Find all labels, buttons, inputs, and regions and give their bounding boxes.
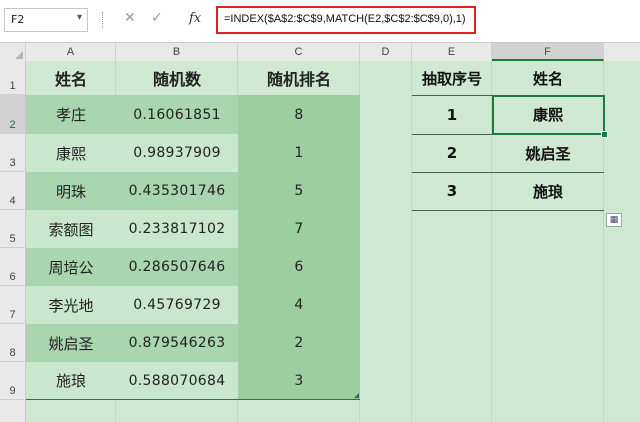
header-cell-random[interactable]: 随机数 [116, 61, 238, 95]
row-headers: 1 2 3 4 5 6 7 8 9 [0, 61, 26, 422]
table-cell-rank[interactable]: 5 [238, 172, 360, 210]
table-cell-name[interactable]: 姚启圣 [26, 324, 116, 362]
table-cell-result[interactable]: 施琅 [492, 172, 604, 210]
insert-function-icon[interactable]: fx [189, 11, 201, 26]
row-header-2[interactable]: 2 [0, 95, 25, 134]
table-cell-random[interactable]: 0.879546263 [116, 324, 238, 362]
table-cell-name[interactable]: 康熙 [26, 134, 116, 172]
table-cell-index[interactable]: 1 [412, 95, 492, 134]
table-cell-random[interactable]: 0.286507646 [116, 248, 238, 286]
row-number: 7 [9, 309, 16, 321]
table-cell-name[interactable]: 周培公 [26, 248, 116, 286]
column-header-g[interactable] [604, 43, 640, 61]
row-header-3[interactable]: 3 [0, 134, 25, 172]
enter-icon[interactable]: ✓ [151, 10, 163, 26]
column-header-c[interactable]: C [238, 43, 360, 61]
row-number: 1 [9, 80, 16, 92]
table-cell-rank[interactable]: 8 [238, 95, 360, 134]
sheet-grid[interactable]: 姓名 随机数 随机排名 孝庄 0.16061851 8 康熙 0.9893790… [26, 61, 640, 422]
row-header-5[interactable]: 5 [0, 210, 25, 248]
paste-options-icon[interactable]: ▦ [606, 213, 622, 227]
row-number: 6 [9, 271, 16, 283]
select-all-button[interactable] [0, 43, 26, 61]
table-cell-rank[interactable]: 3 [238, 362, 360, 400]
header-cell-rank[interactable]: 随机排名 [238, 61, 360, 95]
row-header-1[interactable]: 1 [0, 61, 25, 95]
column-headers: A B C D E F [0, 43, 640, 62]
header-cell-name[interactable]: 姓名 [26, 61, 116, 95]
table-cell-name[interactable]: 索额图 [26, 210, 116, 248]
chevron-down-icon[interactable]: ▾ [77, 12, 82, 23]
header-cell-draw-index[interactable]: 抽取序号 [412, 61, 492, 95]
table-cell-random[interactable]: 0.588070684 [116, 362, 238, 400]
row-header-4[interactable]: 4 [0, 172, 25, 210]
row-number: 4 [9, 195, 16, 207]
table-cell-index[interactable]: 3 [412, 172, 492, 210]
table-cell-name[interactable]: 李光地 [26, 286, 116, 324]
row-header-10[interactable] [0, 400, 25, 422]
table-cell-random[interactable]: 0.45769729 [116, 286, 238, 324]
row-number: 3 [9, 157, 16, 169]
table-cell-rank[interactable]: 7 [238, 210, 360, 248]
table-border [412, 210, 604, 211]
row-number: 5 [9, 233, 16, 245]
table-cell-rank[interactable]: 6 [238, 248, 360, 286]
active-cell-selection[interactable] [492, 95, 605, 135]
row-header-9[interactable]: 9 [0, 362, 25, 400]
table-cell-name[interactable]: 施琅 [26, 362, 116, 400]
table-cell-random[interactable]: 0.98937909 [116, 134, 238, 172]
formula-text: =INDEX($A$2:$C$9,MATCH(E2,$C$2:$C$9,0),1… [224, 13, 466, 25]
header-cell-result-name[interactable]: 姓名 [492, 61, 604, 95]
table-cell-index[interactable]: 2 [412, 134, 492, 172]
row-header-6[interactable]: 6 [0, 248, 25, 286]
table-cell-rank[interactable]: 4 [238, 286, 360, 324]
row-number: 8 [9, 347, 16, 359]
table-cell-random[interactable]: 0.16061851 [116, 95, 238, 134]
fill-handle[interactable] [601, 131, 608, 138]
table-cell-result[interactable]: 姚启圣 [492, 134, 604, 172]
row-header-7[interactable]: 7 [0, 286, 25, 324]
column-header-f[interactable]: F [492, 43, 604, 61]
table-cell-random[interactable]: 0.435301746 [116, 172, 238, 210]
divider [102, 12, 105, 28]
table-cell-rank[interactable]: 2 [238, 324, 360, 362]
table-cell-name[interactable]: 明珠 [26, 172, 116, 210]
name-box[interactable]: F2 ▾ [4, 8, 88, 32]
row-number: 2 [9, 119, 16, 131]
table-cell-name[interactable]: 孝庄 [26, 95, 116, 134]
name-box-value: F2 [11, 13, 25, 26]
row-number: 9 [9, 385, 16, 397]
column-header-b[interactable]: B [116, 43, 238, 61]
column-header-d[interactable]: D [360, 43, 412, 61]
cancel-icon[interactable]: ✕ [124, 10, 136, 26]
column-header-a[interactable]: A [26, 43, 116, 61]
table-cell-rank[interactable]: 1 [238, 134, 360, 172]
formula-input[interactable]: =INDEX($A$2:$C$9,MATCH(E2,$C$2:$C$9,0),1… [216, 6, 476, 34]
column-header-e[interactable]: E [412, 43, 492, 61]
row-header-8[interactable]: 8 [0, 324, 25, 362]
table-cell-random[interactable]: 0.233817102 [116, 210, 238, 248]
select-all-icon [15, 51, 23, 59]
table-resize-handle[interactable] [354, 393, 359, 398]
formula-bar: F2 ▾ ✕ ✓ fx =INDEX($A$2:$C$9,MATCH(E2,$C… [0, 0, 640, 43]
formula-controls: ✕ ✓ fx [96, 8, 208, 32]
